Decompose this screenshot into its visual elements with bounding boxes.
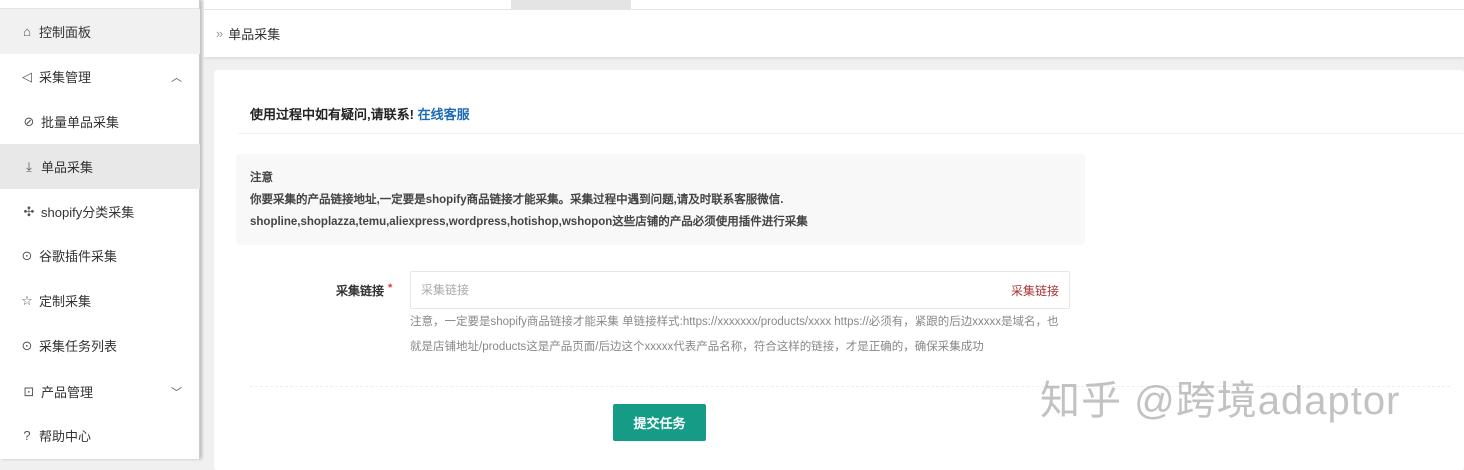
notice-title: 注意 — [250, 172, 273, 184]
sidebar-item-single[interactable]: ⤓ 单品采集 — [0, 144, 200, 189]
link-input-wrapper: 采集链接 — [410, 271, 1070, 309]
submit-task-button[interactable]: 提交任务 — [613, 404, 706, 441]
sidebar-item-google-plugin[interactable]: ⊙ 谷歌插件采集 — [0, 233, 200, 278]
star-icon: ☆ — [21, 292, 33, 308]
sidebar-item-product-manage[interactable]: ⊡ 产品管理 ﹀ — [0, 369, 200, 414]
notice-box: 注意 你要采集的产品链接地址,一定要是shopify商品链接才能采集。采集过程中… — [236, 154, 1085, 245]
breadcrumb: » 单品采集 — [204, 10, 1464, 57]
link-label: 采集链接 * — [336, 282, 392, 299]
sidebar-item-label: 帮助中心 — [39, 429, 92, 444]
chevron-up-icon: ︿ — [171, 71, 182, 84]
sidebar-item-batch[interactable]: ⊘ 批量单品采集 — [0, 99, 200, 144]
sidebar-item-shopify-category[interactable]: ✣ shopify分类采集 — [0, 189, 200, 234]
send-icon: ◁ — [22, 68, 32, 84]
home-icon: ⌂ — [23, 24, 31, 39]
notice-line: shopline,shoplazza,temu,aliexpress,wordp… — [250, 216, 808, 228]
download-icon: ⤓ — [26, 158, 32, 174]
bag-icon: ⊡ — [23, 383, 35, 399]
sidebar-item-label: 批量单品采集 — [41, 115, 120, 130]
help-icon: ? — [23, 428, 31, 443]
sidebar-item-label: 采集任务列表 — [39, 339, 118, 354]
input-suffix: 采集链接 — [1010, 283, 1059, 298]
notice-line: 你要采集的产品链接地址,一定要是shopify商品链接才能采集。采集过程中遇到问… — [250, 194, 784, 206]
sidebar-item-custom[interactable]: ☆ 定制采集 — [0, 278, 200, 323]
watermark: 知乎 @跨境adaptor — [1040, 379, 1401, 423]
sidebar-item-label: shopify分类采集 — [41, 205, 135, 220]
grid-icon: ✣ — [23, 203, 35, 219]
divider — [238, 133, 1464, 134]
target-icon: ⊙ — [21, 337, 33, 353]
sidebar-item-label: 定制采集 — [39, 294, 92, 309]
input-hint: 注意，一定要是shopify商品链接才能采集 单链接样式:https://xxx… — [410, 316, 1059, 353]
breadcrumb-current: 单品采集 — [228, 27, 281, 42]
online-support-link[interactable]: 在线客服 — [418, 107, 470, 122]
sidebar-item-label: 采集管理 — [39, 70, 92, 85]
help-message: 使用过程中如有疑问,请联系! — [250, 107, 414, 122]
top-tabbar — [204, 0, 1464, 10]
target-icon: ⊙ — [21, 247, 33, 263]
sidebar: ⌂ 控制面板 ◁ 采集管理 ︿ ⊘ 批量单品采集 ⤓ 单品采集 ✣ shopify分类采集 … — [0, 0, 200, 459]
link-input[interactable] — [421, 283, 1011, 297]
sidebar-top — [0, 0, 199, 9]
sidebar-item-task-list[interactable]: ⊙ 采集任务列表 — [0, 323, 200, 368]
sidebar-item-label: 产品管理 — [41, 385, 94, 400]
sidebar-item-help[interactable]: ? 帮助中心 — [0, 413, 200, 458]
active-tab[interactable] — [511, 0, 631, 9]
sidebar-item-label: 谷歌插件采集 — [39, 249, 118, 264]
sidebar-item-dashboard[interactable]: ⌂ 控制面板 — [0, 9, 200, 54]
sidebar-item-label: 单品采集 — [41, 160, 94, 175]
sidebar-item-label: 控制面板 — [39, 25, 92, 40]
double-chevron-icon: » — [216, 26, 224, 41]
required-mark: * — [388, 282, 393, 294]
leaf-icon: ⊘ — [23, 113, 35, 129]
label-text: 采集链接 — [336, 284, 385, 298]
help-text: 使用过程中如有疑问,请联系! 在线客服 — [250, 104, 470, 123]
sidebar-item-collect-manage[interactable]: ◁ 采集管理 ︿ — [0, 54, 200, 99]
chevron-down-icon: ﹀ — [171, 386, 182, 399]
